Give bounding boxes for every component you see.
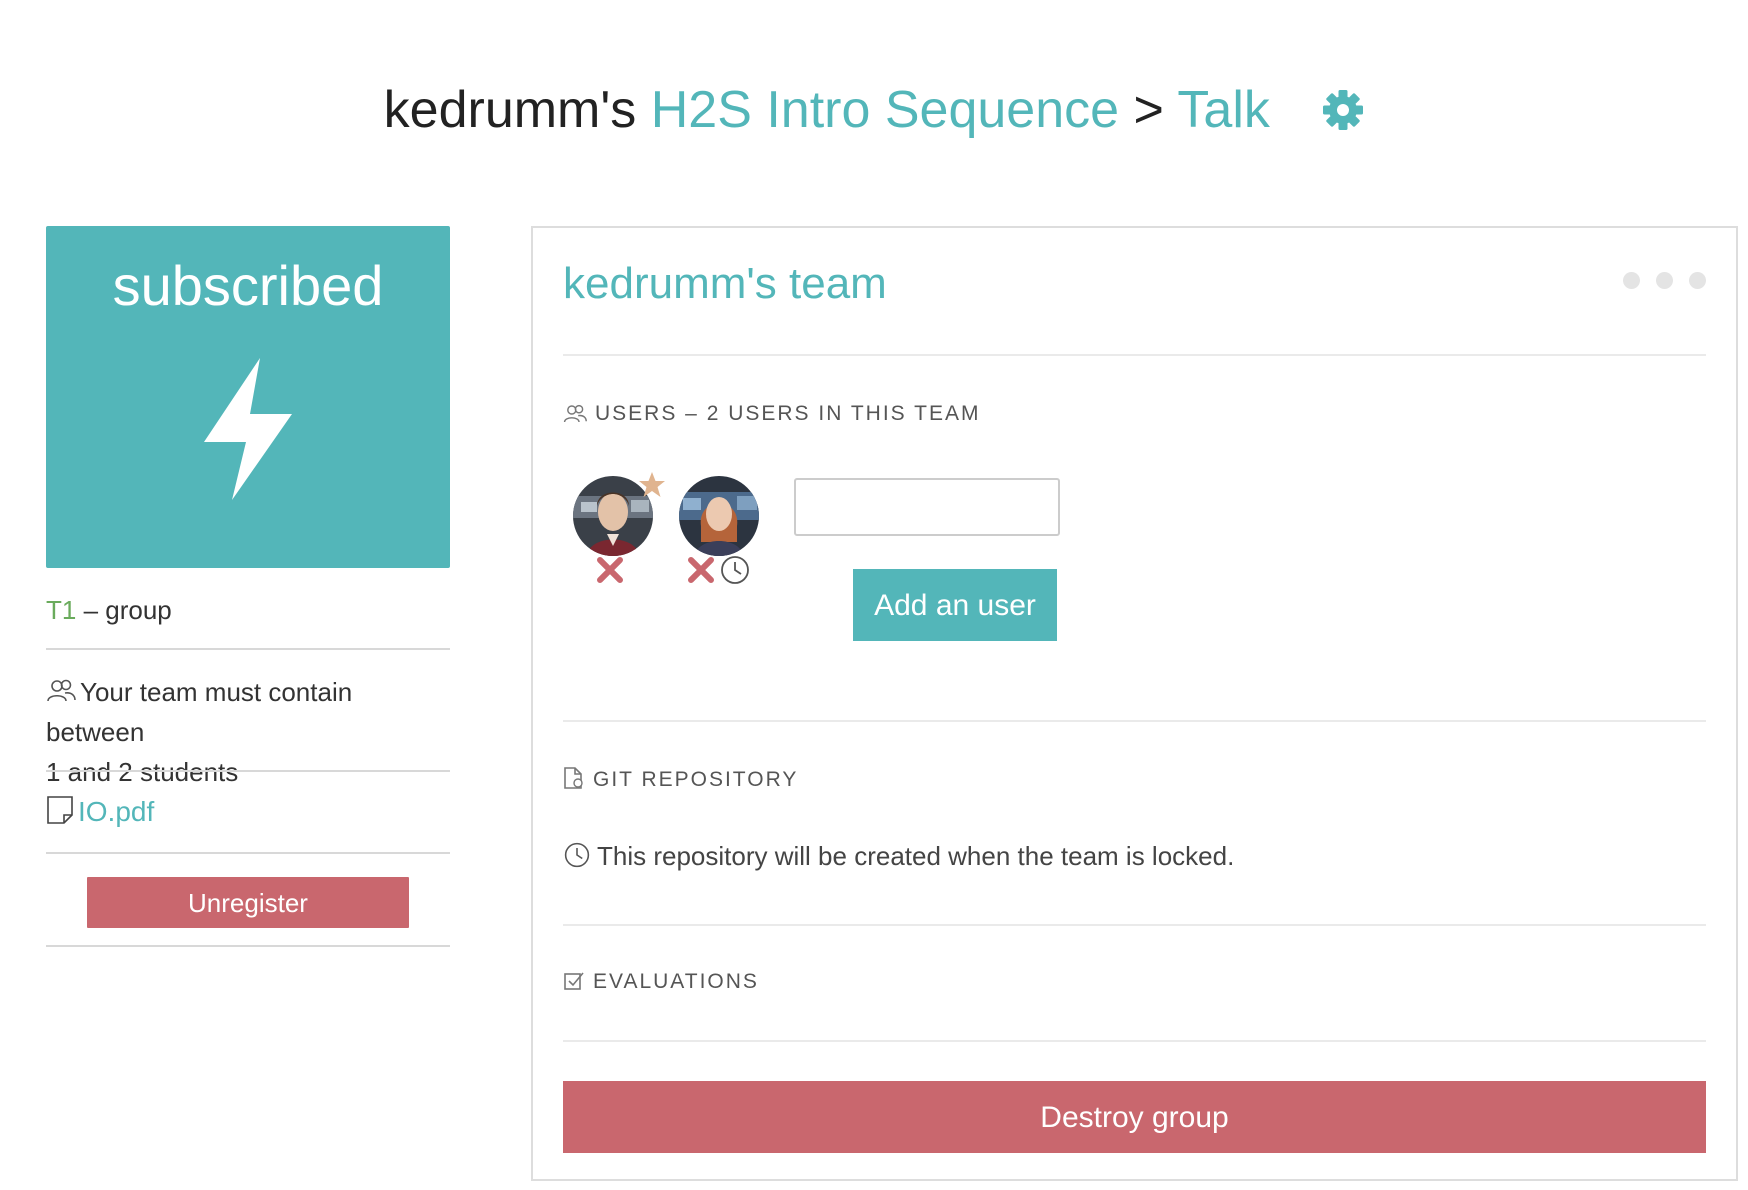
project-link[interactable]: H2S Intro Sequence	[651, 81, 1119, 139]
team-size-rule: Your team must contain between 1 and 2 s…	[46, 672, 450, 792]
group-code: T1	[46, 595, 77, 625]
document-icon	[47, 796, 73, 824]
remove-user-icon[interactable]	[596, 556, 624, 584]
divider	[563, 1040, 1706, 1042]
breadcrumb-separator: >	[1133, 81, 1164, 139]
evaluations-label: EVALUATIONS	[593, 970, 759, 993]
repository-file-icon	[564, 767, 583, 789]
repository-status-text: This repository will be created when the…	[597, 841, 1235, 871]
checkbox-icon	[564, 972, 584, 990]
owner-label: kedrumm's	[383, 81, 637, 139]
remove-user-icon[interactable]	[687, 556, 715, 584]
subscription-status-card: subscribed	[46, 226, 450, 568]
divider	[46, 770, 450, 772]
star-icon	[639, 472, 665, 497]
team-name: kedrumm's team	[563, 259, 887, 308]
page-title: kedrumm's H2S Intro Sequence > Talk	[0, 78, 1748, 142]
group-info: T1 – group	[46, 592, 450, 628]
activity-link[interactable]: Talk	[1177, 81, 1269, 139]
destroy-group-button[interactable]: Destroy group	[563, 1081, 1706, 1153]
add-user-button[interactable]: Add an user	[853, 569, 1057, 641]
git-repository-label: GIT REPOSITORY	[593, 768, 799, 791]
users-icon	[47, 679, 76, 702]
pending-clock-icon	[721, 556, 749, 584]
clock-icon	[564, 842, 590, 868]
attachment-link[interactable]: IO.pdf	[78, 796, 154, 827]
user-avatar-2[interactable]	[679, 476, 759, 556]
users-heading-label: USERS – 2 USERS IN THIS TEAM	[595, 402, 981, 425]
gear-icon[interactable]	[1322, 82, 1364, 130]
group-type: – group	[83, 595, 172, 625]
more-options-icon[interactable]	[1623, 272, 1706, 289]
status-label: subscribed	[112, 254, 384, 317]
divider	[563, 720, 1706, 722]
unregister-button[interactable]: Unregister	[87, 877, 409, 928]
git-repository-heading: GIT REPOSITORY	[563, 766, 798, 794]
repository-status: This repository will be created when the…	[563, 838, 1234, 874]
divider	[46, 945, 450, 947]
users-icon	[563, 404, 587, 423]
lightning-bolt-icon	[204, 358, 292, 500]
divider	[46, 648, 450, 650]
team-panel: kedrumm's team USERS – 2 USERS IN THIS T…	[531, 226, 1738, 1181]
divider	[563, 354, 1706, 356]
team-rule-line1: Your team must contain between	[46, 677, 353, 747]
team-rule-line2: 1 and 2 students	[46, 757, 239, 787]
divider	[46, 852, 450, 854]
divider	[563, 924, 1706, 926]
add-user-input[interactable]	[794, 478, 1060, 536]
evaluations-heading: EVALUATIONS	[563, 968, 759, 996]
attachment-row: IO.pdf	[46, 792, 450, 832]
users-section-heading: USERS – 2 USERS IN THIS TEAM	[563, 400, 980, 428]
